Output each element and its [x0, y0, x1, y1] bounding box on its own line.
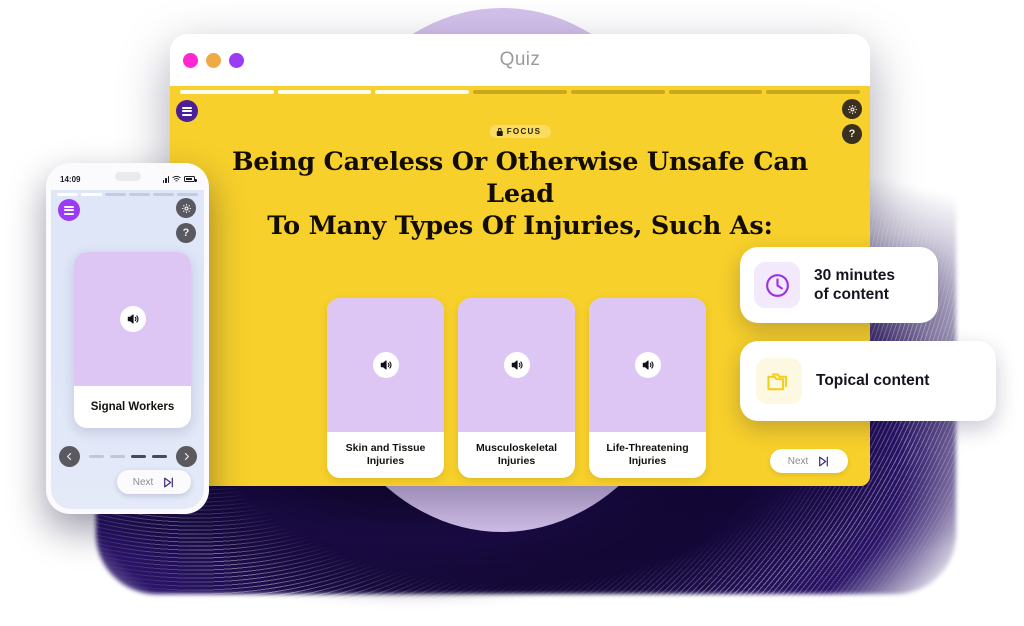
card-media	[589, 298, 706, 432]
hamburger-icon	[182, 106, 192, 116]
progress-segment	[473, 90, 567, 94]
phone-topic-card[interactable]: Signal Workers	[74, 252, 191, 428]
skip-forward-icon	[164, 477, 174, 487]
hamburger-icon	[64, 205, 74, 215]
callout-duration-text: 30 minutes of content	[814, 266, 895, 305]
lesson-progress-bar	[180, 90, 861, 94]
progress-segment	[177, 193, 198, 196]
next-page-button[interactable]	[175, 446, 197, 467]
pagination-dash[interactable]	[109, 455, 125, 458]
menu-button[interactable]	[176, 100, 198, 122]
phone-status-icons	[162, 175, 197, 183]
headline-line-1: Being Careless Or Otherwise Unsafe Can L…	[232, 147, 808, 210]
phone-next-label: Next	[132, 476, 154, 488]
speaker-icon-wrap[interactable]	[503, 352, 530, 378]
help-button[interactable]: ?	[842, 124, 862, 144]
gear-icon	[181, 203, 191, 213]
topic-card-label: Life-Threatening Injuries	[606, 441, 689, 467]
phone-mockup: 14:09 ? Signal Workers Next	[46, 163, 209, 514]
progress-segment	[375, 90, 470, 94]
progress-segment	[180, 90, 274, 94]
topic-card[interactable]: Skin and Tissue Injuries	[327, 298, 444, 478]
callout-icon-wrap	[754, 262, 800, 308]
phone-settings-button[interactable]	[176, 198, 196, 218]
prev-button[interactable]	[58, 446, 80, 467]
minimize-button[interactable]	[206, 52, 221, 68]
progress-segment	[105, 193, 126, 196]
callout-topical-line-1: Topical content	[816, 372, 930, 390]
phone-progress-bar	[51, 190, 204, 196]
phone-pagination-dashes	[88, 455, 167, 458]
card-media	[327, 298, 444, 432]
phone-next-button[interactable]: Next	[117, 470, 191, 494]
topic-card[interactable]: Musculoskeletal Injuries	[458, 298, 575, 478]
callout-duration: 30 minutes of content	[740, 247, 938, 323]
topic-card-label: Skin and Tissue Injuries	[345, 441, 426, 467]
speaker-icon	[127, 314, 139, 324]
speaker-icon-wrap[interactable]	[634, 352, 661, 378]
topic-card-label: Musculoskeletal Injuries	[475, 441, 558, 467]
progress-segment	[81, 193, 102, 196]
folder-icon	[767, 373, 788, 391]
topic-card-list: Skin and Tissue Injuries Musculoskeletal …	[327, 298, 706, 478]
phone-menu-button[interactable]	[58, 199, 80, 221]
next-button-label: Next	[787, 455, 809, 467]
phone-pager	[51, 446, 204, 467]
wifi-icon	[172, 175, 181, 182]
gear-icon	[847, 104, 857, 114]
callout-topical: Topical content	[740, 341, 996, 421]
phone-status-bar: 14:09	[51, 168, 204, 190]
callout-duration-line-2: of content	[814, 286, 889, 303]
window-title: Quiz	[499, 49, 541, 70]
signal-bars-icon	[162, 175, 169, 183]
phone-card-label: Signal Workers	[90, 400, 175, 413]
next-button[interactable]: Next	[770, 449, 848, 473]
callout-topical-text: Topical content	[816, 371, 929, 390]
chevron-left-icon	[66, 452, 71, 461]
skip-forward-icon	[819, 456, 829, 466]
phone-notch	[114, 172, 141, 181]
focus-badge-label: FOCUS	[506, 127, 542, 136]
progress-segment	[153, 193, 174, 196]
window-titlebar: Quiz	[170, 34, 870, 86]
focus-badge: FOCUS	[489, 125, 551, 138]
progress-segment	[570, 90, 665, 94]
maximize-button[interactable]	[229, 52, 244, 68]
progress-segment	[766, 90, 861, 94]
battery-icon	[184, 176, 197, 182]
speaker-icon-wrap[interactable]	[119, 306, 146, 332]
clock-icon	[765, 273, 789, 297]
settings-button[interactable]	[842, 99, 862, 119]
chevron-right-icon	[184, 452, 189, 461]
pagination-dash[interactable]	[151, 455, 167, 458]
progress-segment	[277, 90, 372, 94]
callout-duration-line-1: 30 minutes	[814, 266, 895, 284]
help-icon: ?	[848, 127, 856, 140]
lock-icon	[496, 127, 503, 136]
progress-segment	[129, 193, 150, 196]
card-media	[458, 298, 575, 432]
topic-card[interactable]: Life-Threatening Injuries	[589, 298, 706, 478]
speaker-icon-wrap[interactable]	[372, 352, 399, 378]
pagination-dash[interactable]	[88, 455, 104, 458]
help-icon: ?	[182, 227, 190, 239]
card-media	[74, 252, 191, 386]
page-title: Being Careless Or Otherwise Unsafe Can L…	[170, 146, 870, 242]
pagination-dash[interactable]	[130, 455, 146, 458]
speaker-icon	[642, 360, 654, 370]
headline-line-2: To Many Types Of Injuries, Such As:	[267, 211, 773, 242]
close-button[interactable]	[183, 52, 198, 68]
traffic-lights	[183, 52, 244, 68]
callout-icon-wrap	[756, 358, 802, 404]
progress-segment	[57, 193, 78, 196]
speaker-icon	[511, 360, 523, 370]
phone-help-button[interactable]: ?	[176, 223, 196, 243]
phone-clock: 14:09	[60, 174, 81, 184]
phone-screen: 14:09 ? Signal Workers Next	[51, 168, 204, 509]
progress-segment	[668, 90, 763, 94]
screenshot-root: Quiz ? FOCUS Being Careless Or Otherwise…	[0, 0, 1024, 626]
speaker-icon	[380, 360, 392, 370]
